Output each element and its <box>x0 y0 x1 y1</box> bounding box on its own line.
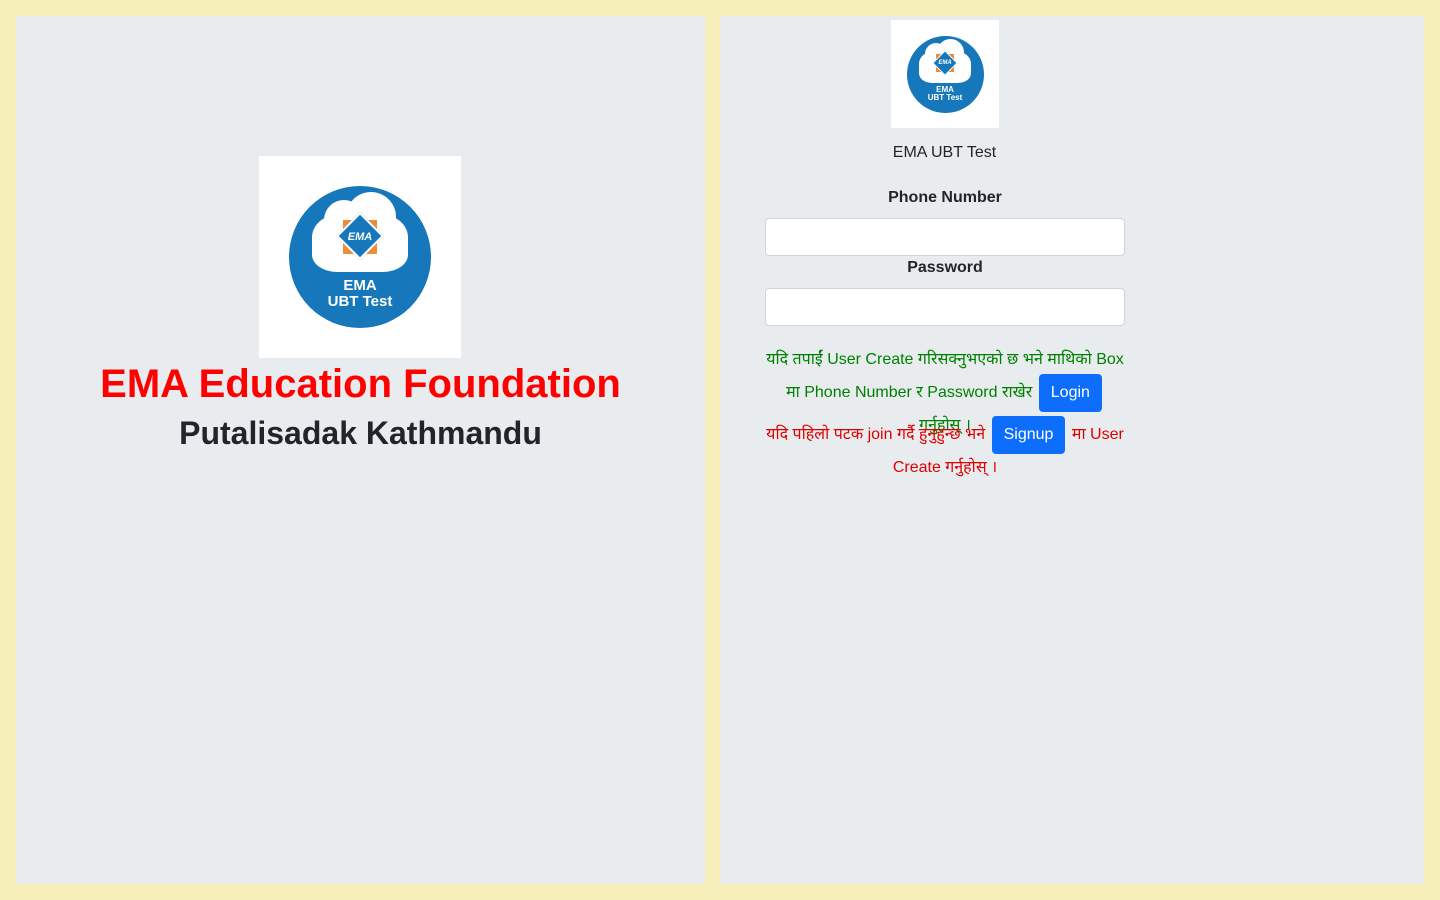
login-panel: EMA EMA UBT Test EMA UBT Test Phone Numb… <box>720 16 1424 884</box>
phone-number-label: Phone Number <box>888 189 1002 206</box>
logo-line1: EMA <box>343 277 377 294</box>
logo-line2: UBT Test <box>327 292 393 310</box>
password-input[interactable] <box>765 288 1125 326</box>
signup-button[interactable]: Signup <box>991 416 1066 454</box>
signup-instruction-text: यदि पहिलो पटक join गर्दै हुनुहुन्छ भने <box>766 426 986 444</box>
password-label: Password <box>907 259 983 276</box>
logo-line2: UBT Test <box>927 92 963 102</box>
app-name: EMA UBT Test <box>892 144 997 161</box>
logo-text: EMA UBT Test <box>289 278 431 310</box>
ema-ubt-logo-icon: EMA EMA UBT Test <box>259 156 461 358</box>
branding-panel: EMA EMA UBT Test EMA Education Foundatio… <box>16 16 705 884</box>
organization-title: EMA Education Foundation <box>100 362 621 406</box>
ema-ubt-logo-icon: EMA EMA UBT Test <box>891 20 999 128</box>
phone-number-input[interactable] <box>765 218 1125 256</box>
logo-emblem-text: EMA <box>347 231 373 243</box>
logo-text: EMA UBT Test <box>907 85 984 103</box>
login-button[interactable]: Login <box>1038 374 1102 412</box>
login-form: Phone Number Password <box>765 186 1125 326</box>
organization-location: Putalisadak Kathmandu <box>179 415 542 451</box>
signup-instruction: यदि पहिलो पटक join गर्दै हुनुहुन्छ भने S… <box>765 416 1125 482</box>
logo-emblem-text: EMA <box>938 59 952 66</box>
logo-circle: EMA EMA UBT Test <box>906 35 984 113</box>
logo-circle: EMA EMA UBT Test <box>289 186 431 328</box>
